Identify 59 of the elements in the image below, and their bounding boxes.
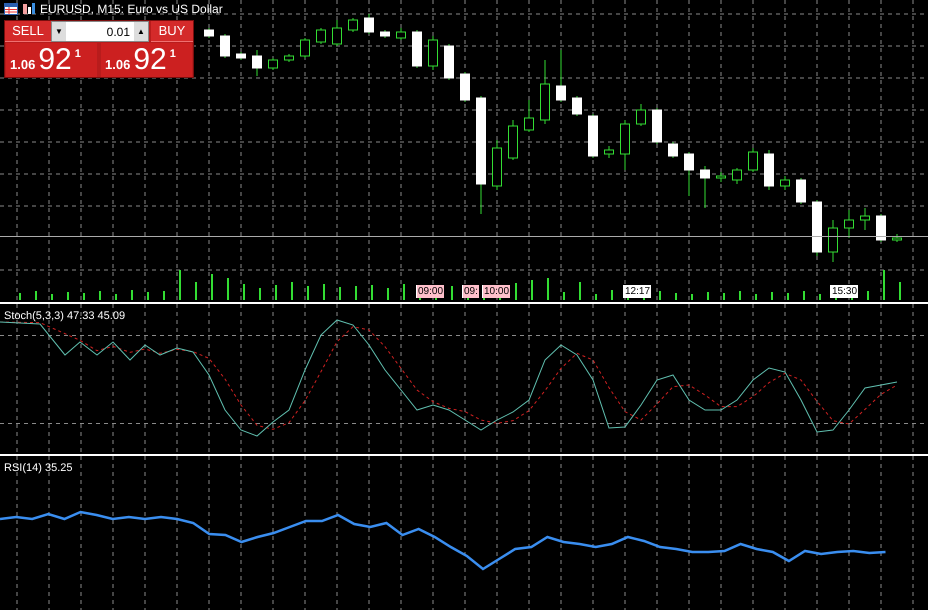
candlestick <box>748 148 758 172</box>
candlestick <box>764 150 774 190</box>
candlestick <box>364 14 374 34</box>
candlestick <box>252 50 262 76</box>
candlestick <box>492 140 502 190</box>
candlestick <box>236 52 246 60</box>
time-label: 10:00 <box>482 285 510 298</box>
candlestick <box>780 176 790 190</box>
rsi-label: RSI(14) 35.25 <box>4 461 72 476</box>
time-label: 09: <box>462 285 479 298</box>
time-label: 12:17 <box>623 285 652 298</box>
candlestick <box>860 208 870 230</box>
candlestick <box>636 104 646 126</box>
candlestick <box>540 60 550 124</box>
candlestick <box>204 28 214 38</box>
candlestick <box>284 54 294 62</box>
candlestick <box>732 168 742 184</box>
time-label: 15:30 <box>830 285 858 298</box>
lot-field[interactable]: ▼ 0.01 ▲ <box>51 21 149 42</box>
candlestick <box>556 50 566 102</box>
candlestick <box>508 120 518 160</box>
table-icon[interactable] <box>4 3 18 15</box>
candlestick <box>604 146 614 158</box>
candlestick <box>268 58 278 70</box>
candlestick <box>588 114 598 158</box>
candlestick <box>684 152 694 196</box>
sell-button[interactable]: SELL <box>5 21 51 42</box>
candlestick <box>796 178 806 204</box>
candlestick <box>428 36 438 70</box>
buy-button[interactable]: BUY <box>151 21 193 42</box>
candlestick <box>348 18 358 32</box>
candlestick <box>892 234 902 242</box>
time-label: 09:00 <box>416 285 444 298</box>
candlestick <box>844 210 854 238</box>
candlestick <box>620 120 630 170</box>
candlestick <box>652 108 662 144</box>
candlestick <box>700 166 710 208</box>
lot-value: 0.01 <box>106 24 131 40</box>
chart-bars-icon[interactable] <box>22 3 36 15</box>
candlestick <box>444 44 454 80</box>
candlestick <box>220 34 230 58</box>
stochastic-label: Stoch(5,3,3) 47.33 45.09 <box>4 309 126 324</box>
chart-title: EURUSD, M15: Euro vs US Dollar <box>40 2 223 16</box>
candlestick <box>524 100 534 132</box>
candlestick <box>316 28 326 44</box>
candlestick <box>668 142 678 158</box>
candlestick <box>828 220 838 262</box>
candlestick <box>380 30 390 38</box>
candlestick <box>300 38 310 58</box>
candlestick <box>460 72 470 102</box>
candlestick <box>876 214 886 242</box>
candlestick <box>572 96 582 116</box>
candlestick <box>332 20 342 46</box>
candlestick <box>412 30 422 68</box>
increase-lot-button[interactable]: ▲ <box>134 22 148 41</box>
decrease-lot-button[interactable]: ▼ <box>52 22 66 41</box>
candlestick <box>396 28 406 40</box>
candlestick <box>716 172 726 182</box>
candlestick <box>812 200 822 256</box>
